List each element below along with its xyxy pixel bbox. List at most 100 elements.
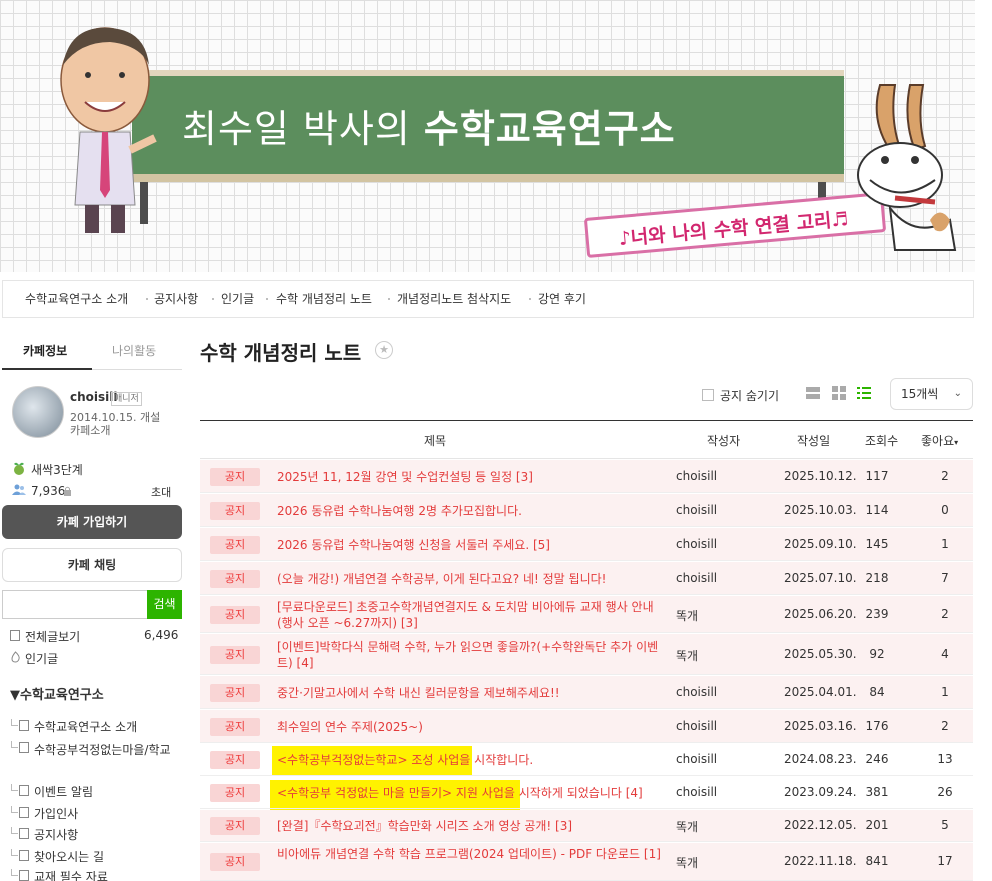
menu-item-school[interactable]: 수학공부걱정없는마을/학교: [34, 740, 179, 760]
menu-group-title[interactable]: ▼수학교육연구소: [10, 684, 104, 703]
table-row[interactable]: 공지 (오늘 개강!) 개념연결 수학공부, 이게 된다고요? 네! 정말 됩니다…: [200, 562, 973, 595]
post-title-link[interactable]: 2026 동유럽 수학나눔여행 2명 추가모집합니다.: [277, 503, 667, 519]
table-row[interactable]: 공지 [무료다운로드] 초중고수학개념연결지도 & 도치맘 비아에듀 교재 행사 …: [200, 596, 973, 633]
invite-link[interactable]: 초대: [151, 484, 171, 500]
col-header-likes[interactable]: 좋아요▾: [921, 432, 958, 449]
nav-separator: [212, 298, 214, 300]
post-author[interactable]: choisill: [676, 785, 717, 799]
post-views: 201: [865, 818, 889, 832]
post-author[interactable]: 똑개: [676, 818, 698, 835]
nav-separator: [146, 298, 148, 300]
cafe-intro-link[interactable]: 카페소개: [70, 422, 110, 438]
nav-item-popular[interactable]: 인기글: [221, 290, 254, 307]
post-author[interactable]: choisill: [676, 503, 717, 517]
table-row[interactable]: 공지 [완결]『수학요괴전』학습만화 시리즈 소개 영상 공개! [3] 똑개 202…: [200, 810, 973, 842]
slogan-ribbon: ♪너와 나의 수학 연결 고리♬: [583, 192, 887, 258]
cafe-chat-button[interactable]: 카페 채팅: [2, 548, 182, 582]
post-likes: 2: [941, 468, 949, 483]
post-author[interactable]: choisill: [676, 469, 717, 483]
post-title-link[interactable]: 최수일의 연수 주제(2025~): [277, 719, 667, 735]
col-header-views: 조회수: [865, 434, 899, 448]
notice-badge: 공지: [210, 853, 260, 871]
hide-notice-checkbox[interactable]: [702, 389, 714, 401]
hide-notice-label[interactable]: 공지 숨기기: [720, 387, 779, 404]
table-row[interactable]: 공지 2026 동유럽 수학나눔여행 2명 추가모집합니다. choisill 202…: [200, 494, 973, 527]
menu-item-event[interactable]: 이벤트 알림: [34, 783, 93, 800]
notice-badge: 공지: [210, 645, 260, 664]
post-author[interactable]: choisill: [676, 685, 717, 699]
post-likes: 1: [941, 536, 949, 551]
table-row[interactable]: 공지 <수학공부걱정없는학교> 조성 사업을 시작합니다. choisill 2024…: [200, 744, 973, 776]
grid-view-icon[interactable]: [832, 386, 846, 400]
post-likes: 2: [941, 606, 949, 621]
post-author[interactable]: choisill: [676, 571, 717, 585]
post-title-link[interactable]: <수학공부걱정없는학교> 조성 사업을 시작합니다.: [277, 752, 667, 768]
post-date: 2023.09.24.: [784, 785, 857, 799]
col-header-author: 작성자: [707, 434, 741, 448]
tree-line: [11, 719, 18, 726]
menu-item-intro[interactable]: 수학교육연구소 소개: [34, 718, 137, 735]
post-title-link[interactable]: 중간·기말고사에서 수학 내신 킬러문항을 제보해주세요!!: [277, 685, 667, 701]
card-view-icon[interactable]: [857, 386, 871, 400]
notice-badge: 공지: [210, 683, 260, 702]
dog-character: [857, 84, 957, 251]
post-date: 2022.12.05.: [784, 818, 857, 832]
post-date: 2025.03.16.: [784, 718, 857, 733]
post-title-link[interactable]: 비아에듀 개념연결 수학 학습 프로그램(2024 업데이트) - PDF 다운…: [277, 846, 667, 862]
post-title-link[interactable]: (오늘 개강!) 개념연결 수학공부, 이게 된다고요? 네! 정말 됩니다!: [277, 571, 667, 587]
popular-flame-icon: [11, 651, 20, 663]
tree-line: [11, 806, 18, 813]
post-title-link[interactable]: 2025년 11, 12월 강연 및 수업컨설팅 등 일정 [3]: [277, 469, 667, 485]
post-author[interactable]: 똑개: [676, 607, 698, 624]
nav-separator: [388, 298, 390, 300]
notice-badge: 공지: [210, 605, 260, 624]
table-row[interactable]: 공지 [이벤트]박학다식 문해력 수학, 누가 읽으면 좋을까?(+수학완독단 추…: [200, 634, 973, 675]
nav-item-concept-review[interactable]: 개념정리노트 첨삭지도: [397, 290, 511, 307]
cafe-banner[interactable]: 최수일 박사의 수학교육연구소 ♪너와 나의 수학 연결 고리♬: [0, 0, 975, 272]
join-cafe-button[interactable]: 카페 가입하기: [2, 505, 182, 539]
post-views: 239: [865, 606, 889, 621]
table-row[interactable]: 공지 최수일의 연수 주제(2025~) choisill 2025.03.16. 17…: [200, 710, 973, 743]
table-row[interactable]: 공지 2026 동유럽 수학나눔여행 신청을 서둘러 주세요. [5] choisi…: [200, 528, 973, 561]
table-row[interactable]: 공지 2025년 11, 12월 강연 및 수업컨설팅 등 일정 [3] chois…: [200, 460, 973, 493]
professor-caricature: [60, 27, 157, 233]
table-row[interactable]: 공지 비아에듀 개념연결 수학 학습 프로그램(2024 업데이트) - PDF …: [200, 843, 973, 881]
post-author[interactable]: 똑개: [676, 647, 698, 664]
cafe-avatar[interactable]: [12, 386, 64, 438]
nav-item-concept-note[interactable]: 수학 개념정리 노트: [276, 290, 372, 307]
nav-item-notice[interactable]: 공지사항: [154, 290, 198, 307]
menu-item-materials[interactable]: 교재 필수 자료: [34, 868, 108, 881]
post-author[interactable]: choisill: [676, 537, 717, 551]
favorite-star-icon[interactable]: ★: [375, 341, 393, 359]
menu-item-notice[interactable]: 공지사항: [34, 826, 78, 843]
post-title-link[interactable]: 2026 동유럽 수학나눔여행 신청을 서둘러 주세요. [5]: [277, 537, 667, 553]
post-date: 2025.10.12.: [784, 468, 857, 483]
post-title-link[interactable]: [무료다운로드] 초중고수학개념연결지도 & 도치맘 비아에듀 교재 행사 안내…: [277, 599, 667, 631]
chevron-down-icon: ⌄: [953, 388, 962, 399]
tab-cafe-info[interactable]: 카페정보: [23, 342, 67, 359]
tree-line: [11, 741, 18, 748]
tab-my-activity[interactable]: 나의활동: [112, 342, 156, 359]
nav-item-intro[interactable]: 수학교육연구소 소개: [25, 290, 128, 307]
popular-posts-link[interactable]: 인기글: [25, 650, 58, 667]
menu-item-directions[interactable]: 찾아오시는 길: [34, 848, 104, 865]
table-row[interactable]: 공지 중간·기말고사에서 수학 내신 킬러문항을 제보해주세요!! choisill…: [200, 676, 973, 709]
post-author[interactable]: choisill: [676, 719, 717, 733]
nav-item-lecture-review[interactable]: 강연 후기: [538, 290, 586, 307]
all-posts-link[interactable]: 전체글보기: [25, 628, 80, 645]
post-title-link[interactable]: [완결]『수학요괴전』학습만화 시리즈 소개 영상 공개! [3]: [277, 818, 667, 834]
post-title-link[interactable]: [이벤트]박학다식 문해력 수학, 누가 읽으면 좋을까?(+수학완독단 추가 …: [277, 639, 667, 671]
cafe-level: 새싹3단계: [31, 463, 83, 477]
post-author[interactable]: choisill: [676, 752, 717, 766]
table-row[interactable]: 공지 <수학공부 걱정없는 마을 만들기> 지원 사업을 시작하게 되었습니다 […: [200, 777, 973, 809]
post-title-link[interactable]: <수학공부 걱정없는 마을 만들기> 지원 사업을 시작하게 되었습니다 [4]: [277, 785, 667, 801]
table-top-border: [200, 420, 973, 421]
menu-item-greeting[interactable]: 가입인사: [34, 805, 78, 822]
post-views: 84: [869, 684, 885, 699]
search-button[interactable]: 검색: [147, 590, 182, 619]
post-likes: 2: [941, 718, 949, 733]
post-author[interactable]: 똑개: [676, 854, 698, 871]
list-view-icon[interactable]: [806, 386, 820, 400]
per-page-select[interactable]: 15개씩 ⌄: [890, 378, 973, 410]
cafe-search-input[interactable]: [2, 590, 147, 619]
